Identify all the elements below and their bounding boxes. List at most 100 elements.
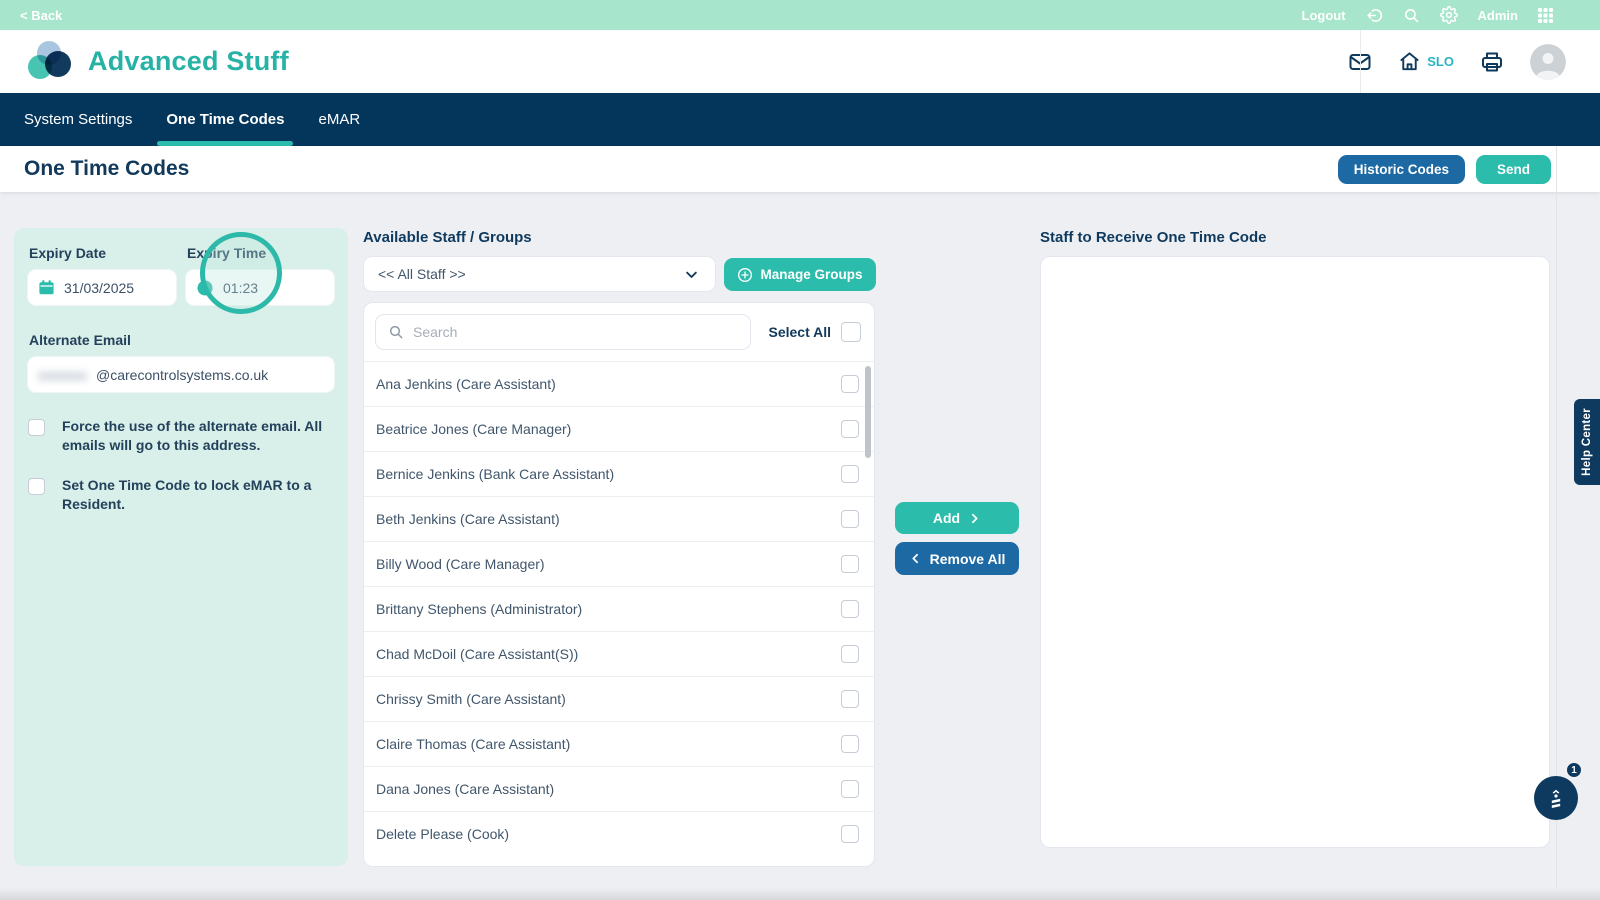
search-icon[interactable] [1403, 7, 1420, 24]
tab-label: One Time Codes [166, 111, 284, 128]
expiry-time-value: 01:23 [223, 280, 258, 296]
chevron-left-icon [909, 552, 922, 565]
expiry-date-field[interactable]: 31/03/2025 [27, 269, 177, 306]
remove-all-button[interactable]: Remove All [895, 542, 1019, 575]
staff-name: Beatrice Jones (Care Manager) [376, 421, 571, 437]
admin-label[interactable]: Admin [1478, 8, 1518, 23]
staff-checkbox[interactable] [841, 420, 859, 438]
search-row: Select All [364, 303, 874, 361]
force-email-checkbox[interactable] [28, 419, 45, 436]
select-all-checkbox[interactable] [841, 322, 861, 342]
lighthouse-icon [1544, 786, 1568, 810]
staff-checkbox[interactable] [841, 825, 859, 843]
select-all-control: Select All [768, 322, 861, 342]
avatar[interactable] [1530, 44, 1566, 80]
select-all-label: Select All [768, 324, 831, 340]
app-logo-icon [28, 41, 74, 83]
home-badge: SLO [1427, 54, 1454, 69]
email-domain: @carecontrolsystems.co.uk [96, 367, 268, 383]
home-button[interactable]: SLO [1398, 50, 1454, 73]
manage-groups-button[interactable]: Manage Groups [724, 258, 876, 291]
staff-checkbox[interactable] [841, 600, 859, 618]
receive-staff-panel [1040, 256, 1550, 848]
alternate-email-field[interactable]: xxxxxxx @carecontrolsystems.co.uk [27, 356, 335, 393]
dropdown-value: << All Staff >> [378, 266, 466, 282]
staff-checkbox[interactable] [841, 645, 859, 663]
staff-name: Bernice Jenkins (Bank Care Assistant) [376, 466, 614, 482]
staff-checkbox[interactable] [841, 465, 859, 483]
staff-checkbox[interactable] [841, 375, 859, 393]
search-input[interactable] [413, 324, 738, 340]
available-staff-list-card: Select All Ana Jenkins (Care Assistant) … [363, 302, 875, 867]
send-button[interactable]: Send [1476, 155, 1551, 184]
staff-row[interactable]: Bernice Jenkins (Bank Care Assistant) [364, 451, 874, 496]
staff-row[interactable]: Billy Wood (Care Manager) [364, 541, 874, 586]
brand: Advanced Stuff [28, 41, 289, 83]
staff-checkbox[interactable] [841, 735, 859, 753]
lock-emar-label: Set One Time Code to lock eMAR to a Resi… [62, 476, 335, 514]
apps-grid-icon[interactable] [1538, 8, 1553, 23]
expiry-date-value: 31/03/2025 [64, 280, 134, 296]
staff-row[interactable]: Chrissy Smith (Care Assistant) [364, 676, 874, 721]
lock-emar-checkbox[interactable] [28, 478, 45, 495]
top-utility-bar: < Back Logout Admin [0, 0, 1600, 30]
home-icon [1398, 50, 1421, 73]
topbar-right: Logout Admin [1302, 6, 1554, 24]
plus-circle-icon [737, 267, 753, 283]
header-divider [1360, 30, 1361, 93]
staff-row[interactable]: Beatrice Jones (Care Manager) [364, 406, 874, 451]
gear-icon[interactable] [1440, 6, 1458, 24]
staff-checkbox[interactable] [841, 555, 859, 573]
expiry-row: Expiry Date 31/03/2025 Expiry Time [27, 242, 335, 306]
staff-row[interactable]: Brittany Stephens (Administrator) [364, 586, 874, 631]
tab-emar[interactable]: eMAR [318, 93, 360, 146]
email-redacted: xxxxxxx [38, 367, 87, 383]
tab-label: eMAR [318, 111, 360, 128]
tab-system-settings[interactable]: System Settings [24, 93, 132, 146]
expiry-time-label: Expiry Time [187, 245, 335, 261]
expiry-time-field[interactable]: 01:23 [185, 269, 335, 306]
historic-codes-button[interactable]: Historic Codes [1338, 155, 1465, 184]
list-scrollbar[interactable] [865, 366, 871, 458]
staff-row[interactable]: Ana Jenkins (Care Assistant) [364, 361, 874, 406]
staff-row[interactable]: Chad McDoil (Care Assistant(S)) [364, 631, 874, 676]
available-staff-title: Available Staff / Groups [363, 229, 532, 246]
expiry-date-label: Expiry Date [29, 245, 177, 261]
staff-name: Ana Jenkins (Care Assistant) [376, 376, 556, 392]
staff-list: Ana Jenkins (Care Assistant) Beatrice Jo… [364, 361, 874, 856]
clock-icon [196, 279, 214, 297]
staff-name: Claire Thomas (Care Assistant) [376, 736, 570, 752]
staff-checkbox[interactable] [841, 780, 859, 798]
app-title: Advanced Stuff [88, 46, 289, 77]
add-button[interactable]: Add [895, 502, 1019, 534]
logout-button[interactable]: Logout [1302, 8, 1346, 23]
staff-row[interactable]: Claire Thomas (Care Assistant) [364, 721, 874, 766]
staff-row[interactable]: Dana Jones (Care Assistant) [364, 766, 874, 811]
staff-row[interactable]: Delete Please (Cook) [364, 811, 874, 856]
bottom-edge-shadow [0, 888, 1600, 900]
main-nav: System Settings One Time Codes eMAR [0, 93, 1600, 146]
receive-staff-title: Staff to Receive One Time Code [1040, 229, 1266, 246]
page: < Back Logout Admin [0, 0, 1600, 900]
staff-name: Chad McDoil (Care Assistant(S)) [376, 646, 578, 662]
print-icon[interactable] [1480, 50, 1504, 74]
tab-label: System Settings [24, 111, 132, 128]
lock-emar-option: Set One Time Code to lock eMAR to a Resi… [28, 476, 335, 514]
staff-row[interactable]: Beth Jenkins (Care Assistant) [364, 496, 874, 541]
search-box[interactable] [375, 314, 751, 350]
force-email-label: Force the use of the alternate email. Al… [62, 417, 335, 455]
help-beacon-button[interactable] [1534, 776, 1578, 820]
staff-name: Dana Jones (Care Assistant) [376, 781, 554, 797]
calendar-icon [38, 279, 55, 296]
code-settings-panel: Expiry Date 31/03/2025 Expiry Time [14, 228, 348, 866]
staff-checkbox[interactable] [841, 690, 859, 708]
logout-icon[interactable] [1366, 7, 1383, 24]
staff-group-dropdown[interactable]: << All Staff >> [363, 256, 716, 292]
help-center-tab[interactable]: Help Center [1574, 399, 1600, 485]
search-icon [388, 324, 404, 340]
header-actions: SLO [1348, 44, 1566, 80]
back-button[interactable]: < Back [20, 8, 62, 23]
staff-checkbox[interactable] [841, 510, 859, 528]
staff-name: Brittany Stephens (Administrator) [376, 601, 582, 617]
tab-one-time-codes[interactable]: One Time Codes [166, 93, 284, 146]
